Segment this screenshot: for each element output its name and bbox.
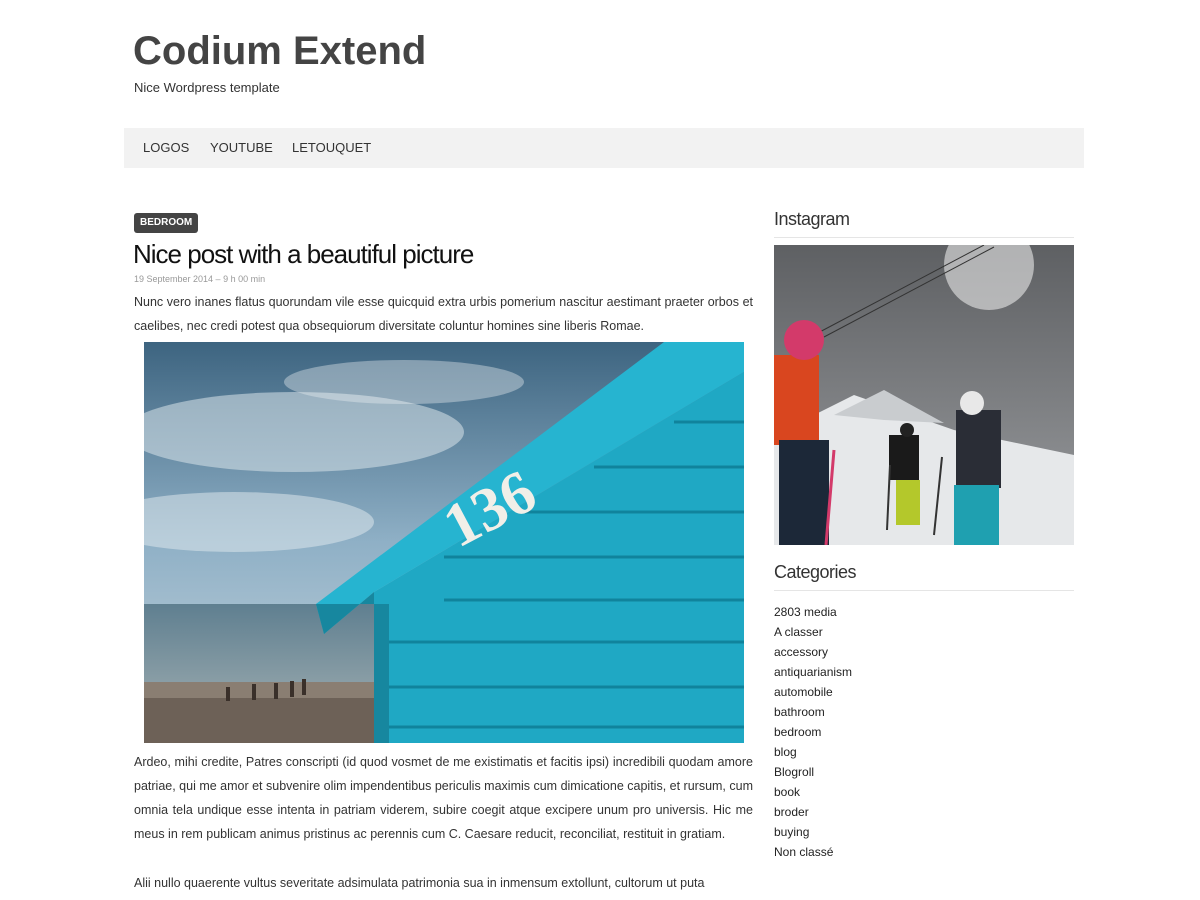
category-link[interactable]: buying xyxy=(774,822,852,842)
post-body-1: Ardeo, mihi credite, Patres conscripti (… xyxy=(134,755,753,841)
category-link[interactable]: automobile xyxy=(774,682,852,702)
post-title[interactable]: Nice post with a beautiful picture xyxy=(133,237,474,271)
instagram-widget-title: Instagram xyxy=(774,209,1074,238)
nav-item-letouquet[interactable]: LETOUQUET xyxy=(292,140,371,155)
category-link[interactable]: A classer xyxy=(774,622,852,642)
category-link[interactable]: bathroom xyxy=(774,702,852,722)
category-link[interactable]: accessory xyxy=(774,642,852,662)
site-title[interactable]: Codium Extend xyxy=(133,26,426,76)
post-intro: Nunc vero inanes flatus quorundam vile e… xyxy=(134,295,753,333)
categories-widget-title: Categories xyxy=(774,562,1074,591)
nav-item-logos[interactable]: LOGOS xyxy=(143,140,189,155)
category-link[interactable]: antiquarianism xyxy=(774,662,852,682)
instagram-image[interactable] xyxy=(774,245,1074,545)
category-link[interactable]: 2803 media xyxy=(774,602,852,622)
nav-item-youtube[interactable]: YOUTUBE xyxy=(210,140,273,155)
post-body-2: Alii nullo quaerente vultus severitate a… xyxy=(134,876,705,890)
category-link[interactable]: broder xyxy=(774,802,852,822)
post-meta: 19 September 2014 – 9 h 00 min xyxy=(134,274,266,284)
category-link[interactable]: Blogroll xyxy=(774,762,852,782)
beach-hut-image: 136 xyxy=(144,342,744,743)
category-badge[interactable]: BEDROOM xyxy=(134,213,199,233)
category-link[interactable]: Non classé xyxy=(774,842,852,862)
category-link[interactable]: book xyxy=(774,782,852,802)
main-nav: LOGOS YOUTUBE LETOUQUET xyxy=(124,128,1084,168)
category-link[interactable]: bedroom xyxy=(774,722,852,742)
category-list: 2803 media A classer accessory antiquari… xyxy=(774,602,852,862)
category-link[interactable]: blog xyxy=(774,742,852,762)
site-description: Nice Wordpress template xyxy=(134,80,280,95)
